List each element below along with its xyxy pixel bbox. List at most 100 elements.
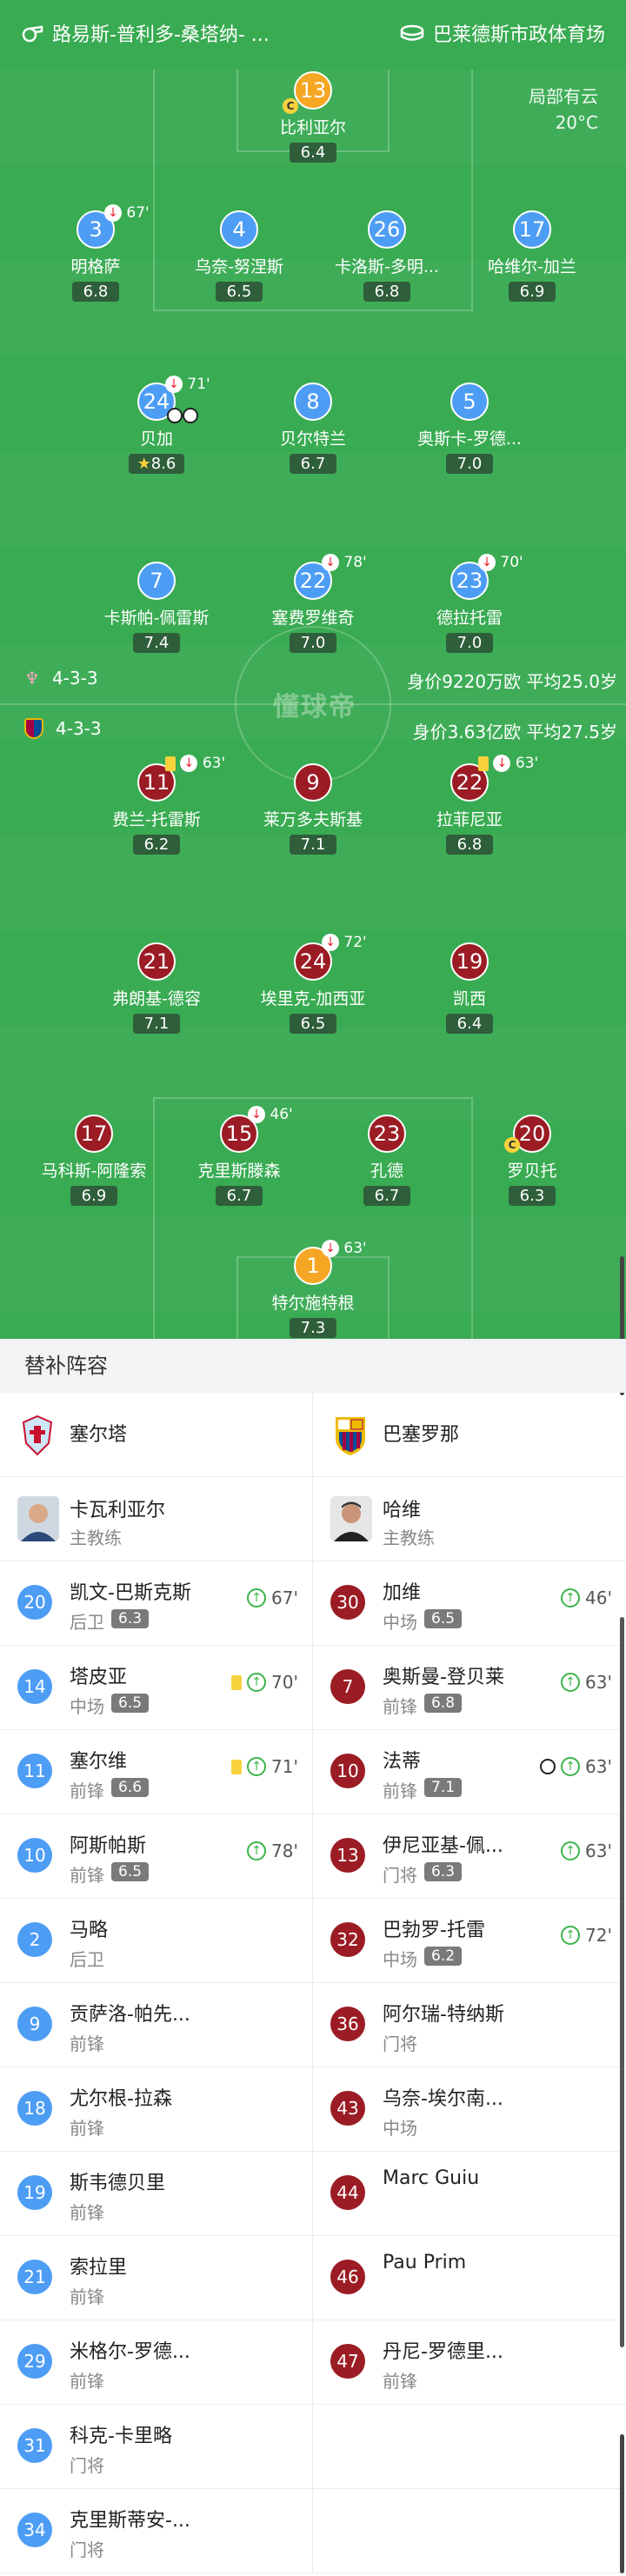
- home-substitute[interactable]: 31 科克-卡里略 门将: [0, 2405, 313, 2489]
- sub-off-icon: ↓: [493, 755, 511, 772]
- home-substitute[interactable]: 29 米格尔-罗德... 前锋: [0, 2320, 313, 2405]
- player-number: 29: [17, 2344, 52, 2379]
- sub-off-icon: ↓: [180, 755, 198, 772]
- home-substitute[interactable]: 9 贡萨洛-帕先... 前锋: [0, 1983, 313, 2067]
- away-substitute[interactable]: 36 阿尔瑞-特纳斯 门将: [313, 1983, 626, 2067]
- home-substitute[interactable]: 20 凯文-巴斯克斯 后卫 6.3 ↑ 67': [0, 1561, 313, 1646]
- player-position: 中场: [70, 1696, 104, 1717]
- sub-minute: 72': [585, 1925, 612, 1946]
- home-substitute[interactable]: 10 阿斯帕斯 前锋 6.5 ↑ 78': [0, 1814, 313, 1899]
- player-rating: 6.9: [70, 1186, 117, 1206]
- sub-on-event: ↑ 63': [561, 1840, 612, 1861]
- player-name: 克里斯蒂安-...: [70, 2510, 190, 2532]
- player-home-lw[interactable]: 7 卡斯帕-佩雷斯 7.4: [70, 562, 243, 653]
- player-rating: 6.8: [72, 282, 119, 302]
- player-position: 前锋: [70, 2118, 104, 2139]
- player-rating: 7.3: [290, 1318, 336, 1338]
- player-name: 法蒂: [383, 1751, 422, 1773]
- player-name: 塞费罗维奇: [271, 609, 355, 628]
- sub-minute: 71': [187, 376, 210, 393]
- sub-on-icon: ↑: [561, 1926, 581, 1945]
- sub-off-icon: ↓: [322, 1240, 339, 1257]
- home-team-header[interactable]: 塞尔塔: [0, 1393, 313, 1477]
- yellow-card-icon: [231, 1674, 243, 1690]
- away-substitute[interactable]: 43 乌奈-埃尔南... 中场: [313, 2067, 626, 2152]
- player-away-cm1[interactable]: 21 弗朗基-德容 7.1: [70, 942, 243, 1034]
- home-substitute[interactable]: 34 克里斯蒂安-... 门将: [0, 2489, 313, 2573]
- match-info-header: 路易斯-普利多-桑塔纳- ... 巴莱德斯市政体育场: [0, 0, 626, 70]
- home-substitute[interactable]: 2 马略 后卫: [0, 1899, 313, 1983]
- sub-off-badge: ↓ 72': [322, 934, 367, 951]
- sub-minute: 78': [343, 554, 367, 571]
- player-away-lw[interactable]: 11 费兰-托雷斯 6.2: [70, 763, 243, 855]
- player-away-cm3[interactable]: 19 凯西 6.4: [383, 942, 556, 1034]
- away-substitute[interactable]: 30 加维 中场 6.5 ↑ 46': [313, 1561, 626, 1646]
- player-rating: 7.1: [133, 1014, 180, 1034]
- sub-on-icon: ↑: [561, 1588, 581, 1608]
- referee-name: 路易斯-普利多-桑塔纳- ...: [52, 24, 270, 46]
- sub-minute: 63': [585, 1756, 612, 1777]
- home-substitute[interactable]: 19 斯韦德贝里 前锋: [0, 2152, 313, 2236]
- home-substitute[interactable]: 18 尤尔根-拉森 前锋: [0, 2067, 313, 2152]
- player-away-rw[interactable]: 22 拉菲尼亚 6.8: [383, 763, 556, 855]
- player-home-cm1[interactable]: 24 贝加 ★8.6: [70, 383, 243, 474]
- player-number: 7: [330, 1669, 365, 1704]
- coach-role: 主教练: [383, 1528, 435, 1548]
- substitute-row: 11 塞尔维 前锋 6.6 ↑ 71' 10 法蒂 前锋 7.1 ↑ 63': [0, 1730, 626, 1814]
- sub-on-icon: ↑: [247, 1757, 267, 1776]
- substitute-row: 10 阿斯帕斯 前锋 6.5 ↑ 78' 13 伊尼亚基-佩... 门将 6.3 ↑ 63': [0, 1814, 626, 1899]
- player-name: 卡斯帕-佩雷斯: [103, 609, 210, 628]
- home-formation: ♆ 4-3-3: [24, 668, 98, 689]
- player-name: 贡萨洛-帕先...: [70, 2004, 190, 2026]
- player-number: 43: [330, 2091, 365, 2126]
- away-coach[interactable]: 哈维 主教练: [313, 1477, 626, 1561]
- sub-minute: 63': [585, 1840, 612, 1861]
- home-value: 身价9220万欧 平均25.0岁: [407, 671, 617, 692]
- player-rating: 6.5: [216, 282, 263, 302]
- player-away-gk[interactable]: 1 特尔施特根 7.3: [226, 1247, 400, 1338]
- player-name: 德拉托雷: [436, 609, 503, 628]
- player-number: 9: [294, 763, 332, 802]
- sub-on-event: ↑ 46': [561, 1588, 612, 1608]
- player-home-gk[interactable]: 13 比利亚尔 6.4: [226, 71, 400, 163]
- away-substitute[interactable]: 7 奥斯曼-登贝莱 前锋 6.8 ↑ 63': [313, 1646, 626, 1730]
- away-team-header[interactable]: 巴塞罗那: [313, 1393, 626, 1477]
- player-away-cm2[interactable]: 24 埃里克-加西亚 6.5: [226, 942, 400, 1034]
- player-name: Marc Guiu: [383, 2167, 480, 2189]
- away-substitute[interactable]: 47 丹尼-罗德里... 前锋: [313, 2320, 626, 2405]
- player-home-rb[interactable]: 17 哈维尔-加兰 6.9: [445, 210, 619, 302]
- watermark-logo: 懂球帝: [273, 692, 356, 722]
- player-name: 特尔施特根: [271, 1294, 355, 1313]
- away-substitute[interactable]: 10 法蒂 前锋 7.1 ↑ 63': [313, 1730, 626, 1814]
- star-icon: ★: [137, 455, 151, 473]
- away-substitute[interactable]: 32 巴勃罗-托雷 中场 6.2 ↑ 72': [313, 1899, 626, 1983]
- player-away-rb[interactable]: 20 罗贝托 6.3: [445, 1115, 619, 1206]
- sub-off-icon: ↓: [165, 376, 183, 393]
- sub-off-badge: ↓ 71': [165, 376, 210, 393]
- away-substitute[interactable]: 44 Marc Guiu: [313, 2152, 626, 2236]
- substitute-row: 14 塔皮亚 中场 6.5 ↑ 70' 7 奥斯曼-登贝莱 前锋 6.8 ↑ 63': [0, 1646, 626, 1730]
- player-position: 前锋: [70, 2034, 104, 2054]
- player-position: 前锋: [383, 1696, 417, 1717]
- player-rating: 6.9: [509, 282, 556, 302]
- player-home-st[interactable]: 22 塞费罗维奇 7.0: [226, 562, 400, 653]
- player-number: 30: [330, 1585, 365, 1620]
- player-name: 斯韦德贝里: [70, 2173, 166, 2194]
- player-away-st[interactable]: 9 莱万多夫斯基 7.1: [226, 763, 400, 855]
- home-substitute[interactable]: 21 索拉里 前锋: [0, 2236, 313, 2320]
- player-home-rw[interactable]: 23 德拉托雷 7.0: [383, 562, 556, 653]
- page-scrollbar[interactable]: [620, 2434, 624, 2573]
- sub-off-badge: ↓ 67': [104, 204, 150, 222]
- sub-minute: 72': [343, 934, 367, 951]
- home-coach[interactable]: 卡瓦利亚尔 主教练: [0, 1477, 313, 1561]
- home-substitute[interactable]: 11 塞尔维 前锋 6.6 ↑ 71': [0, 1730, 313, 1814]
- player-home-cm2[interactable]: 8 贝尔特兰 6.7: [226, 383, 400, 474]
- home-substitute[interactable]: 14 塔皮亚 中场 6.5 ↑ 70': [0, 1646, 313, 1730]
- away-substitute[interactable]: 13 伊尼亚基-佩... 门将 6.3 ↑ 63': [313, 1814, 626, 1899]
- sub-off-icon: ↓: [322, 934, 339, 951]
- page-scrollbar[interactable]: [620, 1617, 624, 2347]
- player-number: 11: [17, 1754, 52, 1788]
- away-substitute[interactable]: 46 Pau Prim: [313, 2236, 626, 2320]
- player-home-cm3[interactable]: 5 奥斯卡-罗德... 7.0: [383, 383, 556, 474]
- venue-info: 巴莱德斯市政体育场: [400, 19, 605, 47]
